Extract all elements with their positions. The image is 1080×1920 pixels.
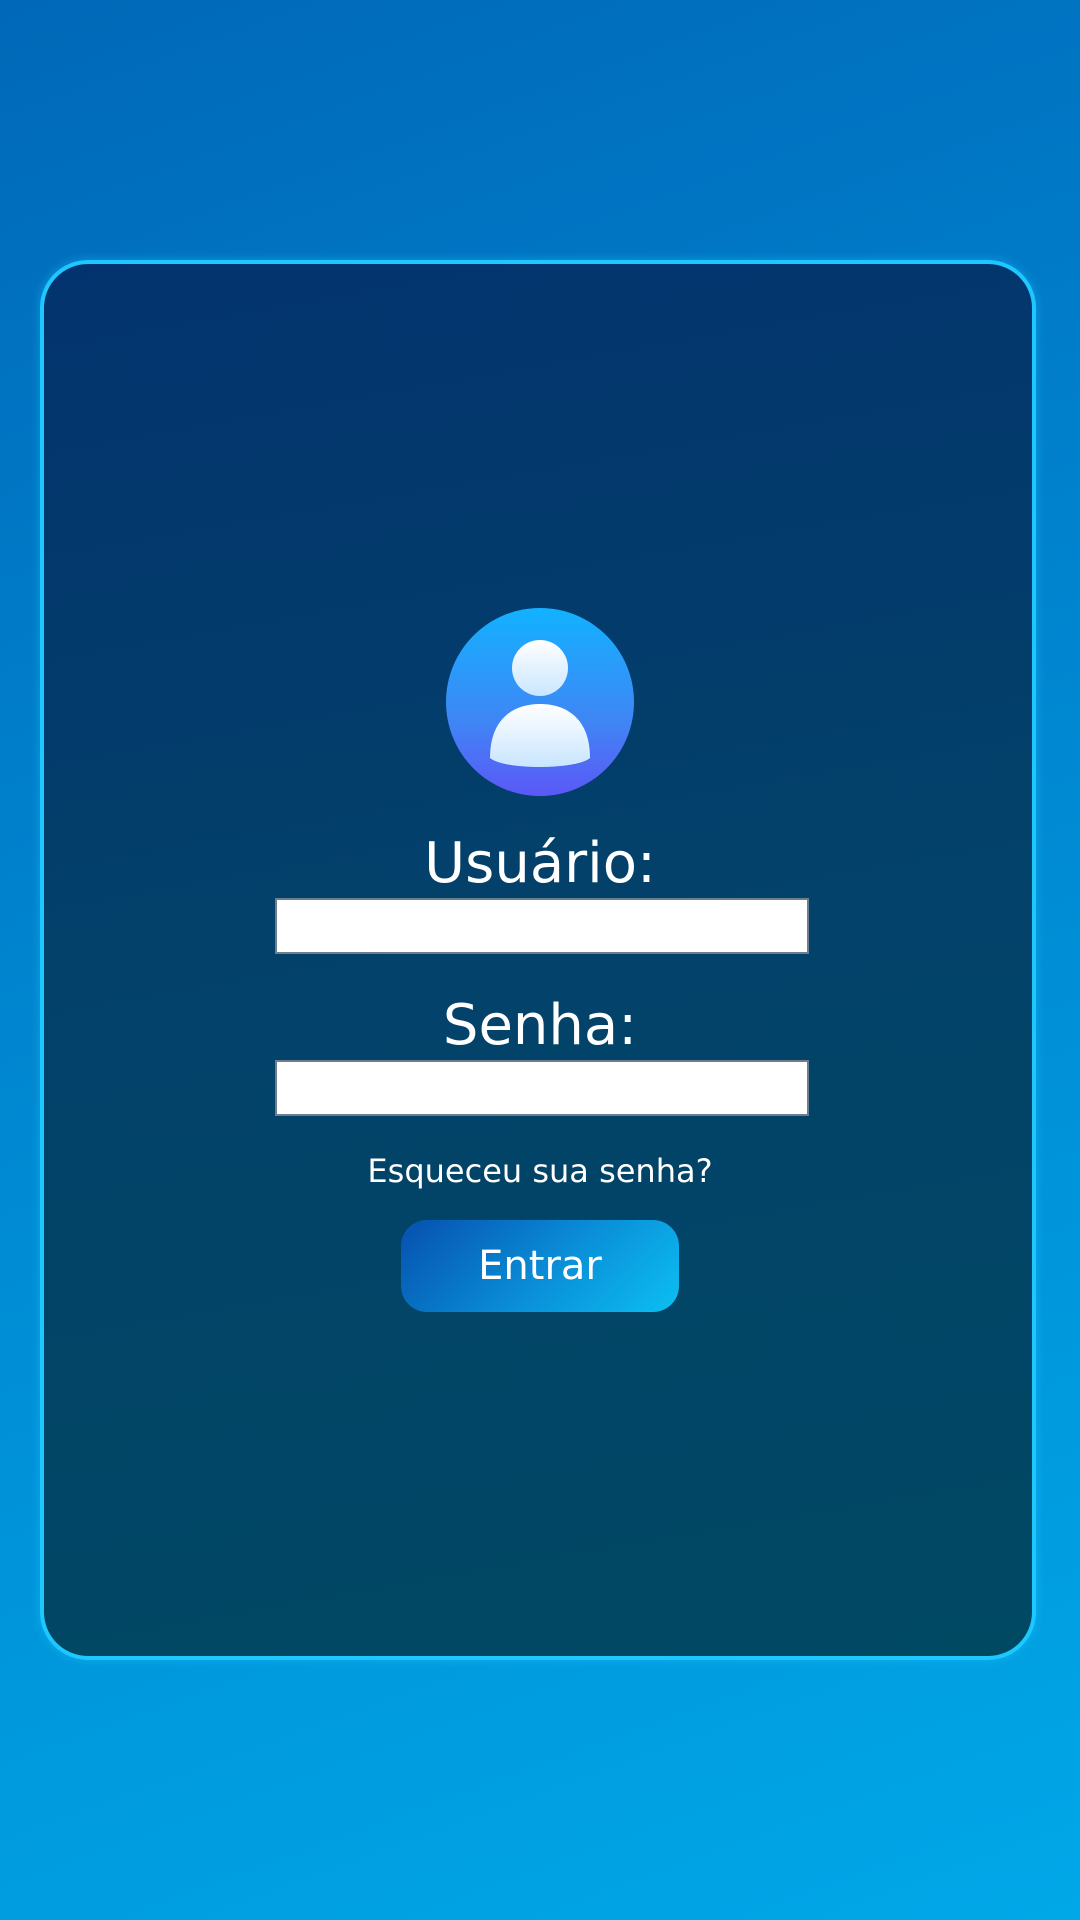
user-avatar-icon bbox=[446, 608, 634, 796]
username-input[interactable] bbox=[275, 898, 809, 954]
password-input[interactable] bbox=[275, 1060, 809, 1116]
login-card bbox=[40, 260, 1036, 1660]
login-button[interactable]: Entrar bbox=[401, 1220, 679, 1312]
user-silhouette-icon bbox=[490, 640, 590, 767]
username-label: Usuário: bbox=[424, 831, 656, 896]
forgot-password-link[interactable]: Esqueceu sua senha? bbox=[0, 1150, 1080, 1192]
password-label: Senha: bbox=[442, 993, 638, 1058]
